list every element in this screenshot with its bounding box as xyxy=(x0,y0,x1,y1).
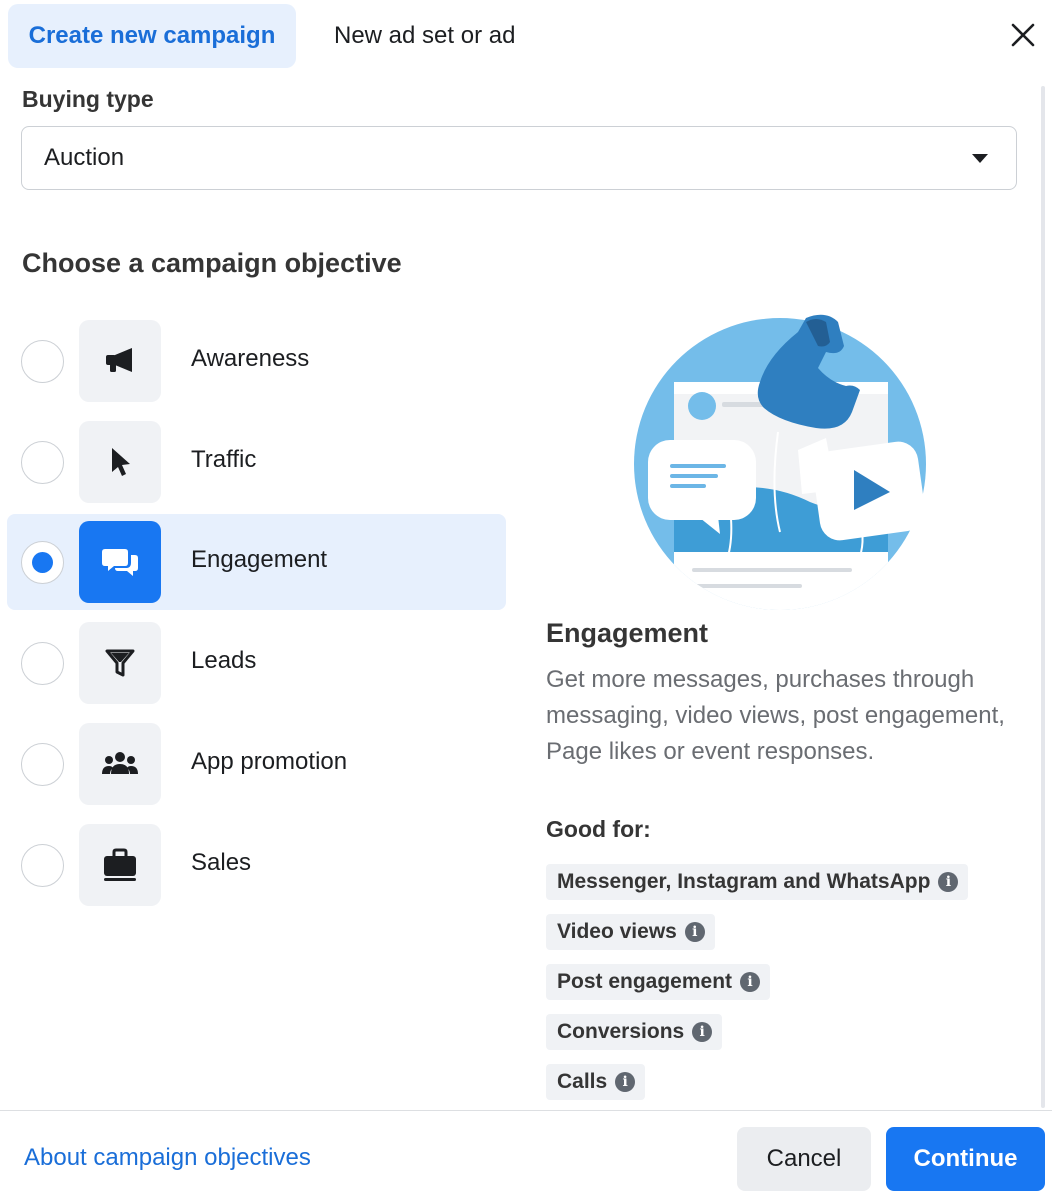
good-for-chip: Messenger, Instagram and WhatsApp i xyxy=(546,864,969,900)
objective-option-traffic[interactable]: Traffic xyxy=(7,414,506,510)
buying-type-select[interactable]: Auction xyxy=(21,126,1017,190)
briefcase-icon xyxy=(104,848,136,881)
footer-divider xyxy=(0,1110,1052,1111)
objective-label: App promotion xyxy=(191,748,348,775)
radio-engagement[interactable] xyxy=(21,541,64,584)
good-for-label: Good for: xyxy=(546,816,651,842)
objective-icon-tile xyxy=(79,320,161,402)
info-icon[interactable]: i xyxy=(615,1072,636,1092)
objective-label: Sales xyxy=(191,849,252,876)
objective-option-sales[interactable]: Sales xyxy=(7,817,506,913)
chip-label: Conversions xyxy=(557,1020,685,1043)
close-button[interactable] xyxy=(1000,12,1046,58)
objective-label: Leads xyxy=(191,647,257,674)
caret-down-icon xyxy=(972,154,988,163)
cancel-button[interactable]: Cancel xyxy=(737,1127,871,1191)
good-for-chip: Conversions i xyxy=(546,1014,723,1050)
objective-option-leads[interactable]: Leads xyxy=(7,615,506,711)
chat-bubbles-icon xyxy=(102,549,138,576)
buying-type-value: Auction xyxy=(44,144,125,171)
objective-icon-tile xyxy=(79,421,161,503)
continue-button[interactable]: Continue xyxy=(886,1127,1045,1191)
radio-sales[interactable] xyxy=(21,844,64,887)
tab-create-new-campaign[interactable]: Create new campaign xyxy=(8,4,296,68)
objective-label: Traffic xyxy=(191,446,257,473)
close-icon xyxy=(1011,23,1035,47)
radio-leads[interactable] xyxy=(21,642,64,685)
good-for-chip: Post engagement i xyxy=(546,964,771,1000)
funnel-icon xyxy=(105,649,135,677)
info-icon[interactable]: i xyxy=(684,922,705,942)
about-campaign-objectives-link[interactable]: About campaign objectives xyxy=(24,1144,311,1172)
buying-type-label: Buying type xyxy=(22,86,154,112)
objective-icon-tile xyxy=(79,622,161,704)
good-for-chip: Calls i xyxy=(546,1064,646,1100)
objective-option-awareness[interactable]: Awareness xyxy=(7,313,506,409)
objective-section-title: Choose a campaign objective xyxy=(22,248,402,278)
radio-awareness[interactable] xyxy=(21,340,64,383)
tab-new-ad-set-or-ad[interactable]: New ad set or ad xyxy=(316,4,533,68)
objective-icon-tile xyxy=(79,521,161,603)
people-group-icon xyxy=(102,752,138,774)
objective-icon-tile xyxy=(79,824,161,906)
cursor-icon xyxy=(112,448,130,476)
objective-label: Awareness xyxy=(191,345,310,372)
chip-label: Post engagement xyxy=(557,970,733,993)
good-for-chip: Video views i xyxy=(546,914,715,950)
radio-traffic[interactable] xyxy=(21,441,64,484)
detail-title: Engagement xyxy=(546,618,709,648)
chip-label: Messenger, Instagram and WhatsApp xyxy=(557,870,931,893)
info-icon[interactable]: i xyxy=(938,872,959,892)
objective-label: Engagement xyxy=(191,546,328,573)
info-icon[interactable]: i xyxy=(740,972,761,992)
radio-app-promotion[interactable] xyxy=(21,743,64,786)
chip-label: Video views xyxy=(557,920,677,943)
objective-option-app-promotion[interactable]: App promotion xyxy=(7,716,506,812)
detail-description: Get more messages, purchases through mes… xyxy=(546,666,1005,765)
scrollbar[interactable] xyxy=(1041,86,1045,1108)
info-icon[interactable]: i xyxy=(692,1022,713,1042)
engagement-illustration xyxy=(634,314,926,610)
objective-option-engagement[interactable]: Engagement xyxy=(7,514,506,610)
objective-icon-tile xyxy=(79,723,161,805)
good-for-list: Messenger, Instagram and WhatsApp i Vide… xyxy=(546,864,1026,1114)
megaphone-icon xyxy=(106,348,132,372)
chip-label: Calls xyxy=(557,1070,608,1093)
